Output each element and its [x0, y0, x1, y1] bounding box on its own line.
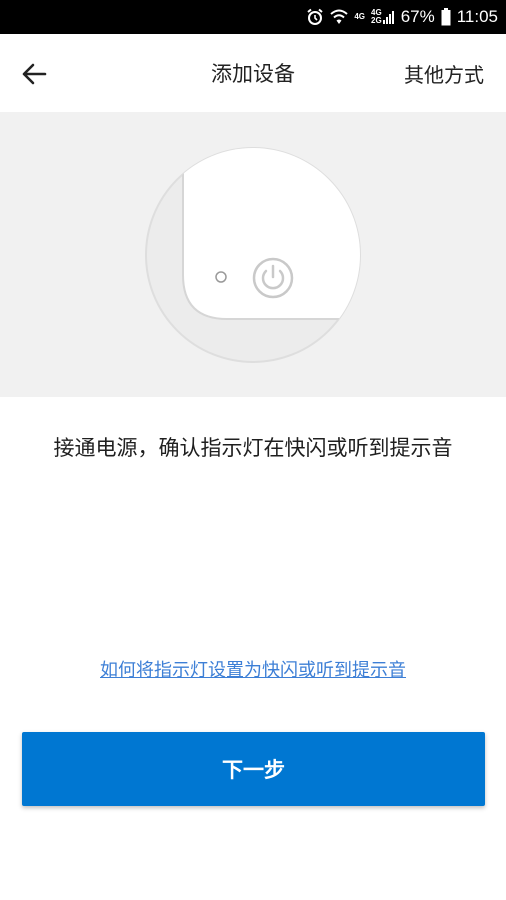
clock: 11:05	[456, 7, 498, 26]
instruction-text: 接通电源，确认指示灯在快闪或听到提示音	[53, 436, 453, 460]
arrow-left-icon	[22, 63, 47, 85]
alarm-icon	[306, 8, 324, 26]
help-link[interactable]: 如何将指示灯设置为快闪或听到提示音	[0, 656, 506, 682]
device-illustration	[0, 112, 506, 397]
other-method-button[interactable]: 其他方式	[404, 34, 484, 112]
network-4g-label: 4G	[354, 12, 366, 21]
device-body	[182, 148, 360, 320]
signal-icon: 4G 2G	[371, 9, 395, 25]
app-bar: 添加设备 其他方式	[0, 34, 506, 112]
network-2g-label: 2G	[371, 16, 382, 25]
wifi-icon	[330, 9, 349, 25]
next-button[interactable]: 下一步	[22, 732, 485, 806]
battery-icon	[441, 8, 451, 26]
back-button[interactable]	[14, 54, 54, 94]
battery-percent: 67%	[400, 7, 435, 26]
status-bar: 4G 4G 2G 67% 11:05	[0, 0, 506, 34]
